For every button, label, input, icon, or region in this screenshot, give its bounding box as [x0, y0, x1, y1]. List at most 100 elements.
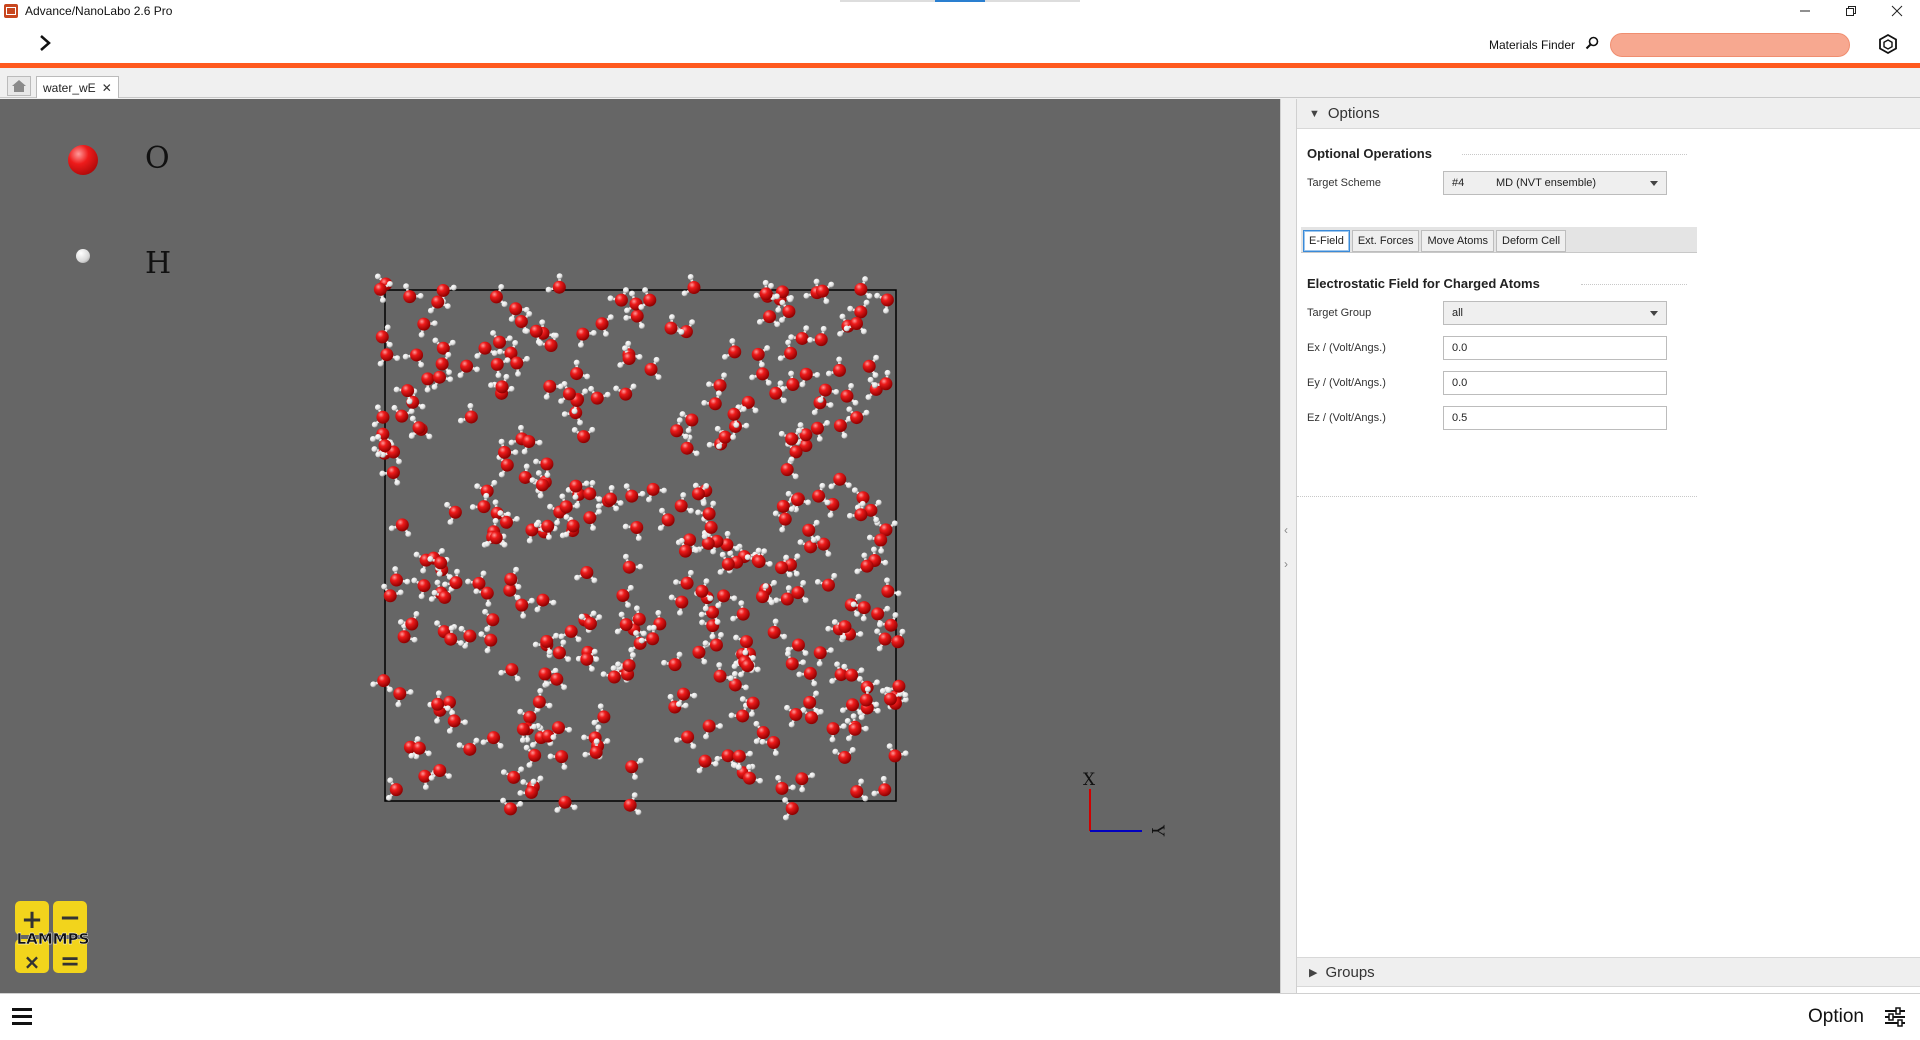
- hydrogen-atom: [571, 804, 578, 811]
- tab-water-we[interactable]: water_wE ✕: [36, 76, 119, 98]
- hydrogen-atom: [589, 480, 596, 487]
- hydrogen-atom: [523, 328, 530, 335]
- oxygen-atom: [683, 533, 697, 547]
- minimize-icon[interactable]: [1782, 0, 1828, 22]
- hydrogen-atom: [667, 693, 674, 700]
- tab-move-atoms[interactable]: Move Atoms: [1421, 230, 1494, 252]
- oxygen-atom: [538, 667, 552, 681]
- hydrogen-atom: [883, 307, 890, 314]
- oxygen-atom: [888, 749, 902, 763]
- hydrogen-atom: [488, 382, 495, 389]
- hydrogen-atom: [653, 356, 660, 363]
- water-molecules-render[interactable]: [370, 269, 910, 829]
- hydrogen-atom: [788, 506, 795, 513]
- title-indicator: [840, 0, 1080, 2]
- hydrogen-atom: [873, 516, 880, 523]
- hydrogen-atom: [677, 609, 684, 616]
- hydrogen-atom: [673, 579, 680, 586]
- target-scheme-select[interactable]: #4 MD (NVT ensemble): [1443, 171, 1667, 195]
- hydrogen-atom: [593, 656, 600, 663]
- ey-label: Ey / (Volt/Angs.): [1307, 377, 1386, 389]
- hydrogen-atom: [831, 619, 838, 626]
- oxygen-atom: [646, 632, 660, 646]
- hydrogen-atom: [571, 408, 578, 415]
- target-scheme-label: Target Scheme: [1307, 177, 1381, 189]
- hydrogen-atom: [622, 553, 629, 560]
- svg-text:×: ×: [24, 950, 41, 974]
- hydrogen-atom: [442, 581, 449, 588]
- hydrogen-atom: [866, 534, 873, 541]
- oxygen-atom: [741, 659, 755, 673]
- oxygen-atom: [500, 458, 514, 472]
- hydrogen-atom: [627, 584, 634, 591]
- sliders-icon[interactable]: [1884, 1007, 1906, 1027]
- hydrogen-atom: [554, 807, 561, 814]
- hydrogen-atom: [582, 751, 589, 758]
- hydrogen-atom: [858, 667, 865, 674]
- oxygen-atom: [838, 620, 852, 634]
- panel-splitter[interactable]: ‹ ›: [1280, 99, 1296, 993]
- hydrogen-atom: [782, 814, 789, 821]
- ey-input[interactable]: [1443, 371, 1667, 395]
- svg-text:LAMMPS: LAMMPS: [17, 930, 90, 948]
- expand-sidebar-button[interactable]: [38, 34, 52, 54]
- hydrogen-atom: [490, 330, 497, 337]
- ex-input[interactable]: [1443, 336, 1667, 360]
- close-icon[interactable]: ✕: [102, 81, 112, 95]
- hydrogen-atom: [899, 628, 906, 635]
- oxygen-atom: [417, 579, 431, 593]
- hydrogen-atom: [738, 600, 745, 607]
- oxygen-atom: [376, 410, 390, 424]
- oxygen-atom: [622, 560, 636, 574]
- hydrogen-atom: [659, 507, 666, 514]
- oxygen-atom: [785, 657, 799, 671]
- groups-section-header[interactable]: ▶ Groups: [1297, 957, 1920, 987]
- hydrogen-atom: [473, 737, 480, 744]
- hydrogen-atom: [703, 578, 710, 585]
- lammps-logo[interactable]: + − × = LAMMPS: [10, 899, 96, 977]
- search-icon[interactable]: [1585, 36, 1599, 50]
- hydrogen-atom: [788, 334, 795, 341]
- tab-deform-cell[interactable]: Deform Cell: [1496, 230, 1567, 252]
- tab-e-field[interactable]: E-Field: [1303, 230, 1350, 252]
- target-group-select[interactable]: all: [1443, 301, 1667, 325]
- ez-input[interactable]: [1443, 406, 1667, 430]
- hydrogen-atom: [874, 679, 881, 686]
- hexagon-icon[interactable]: [1877, 33, 1899, 55]
- hydrogen-atom: [766, 561, 773, 568]
- molecule-viewport[interactable]: O H X Y + − × = LAMMPS: [0, 99, 1280, 993]
- hydrogen-atom: [742, 649, 749, 656]
- tab-ext-forces[interactable]: Ext. Forces: [1351, 230, 1420, 252]
- materials-finder-input[interactable]: [1610, 33, 1850, 57]
- hydrogen-atom: [581, 734, 588, 741]
- hydrogen-atom: [552, 332, 559, 339]
- hydrogen-atom: [504, 357, 511, 364]
- oxygen-atom: [535, 478, 549, 492]
- hydrogen-atom: [638, 637, 645, 644]
- hydrogen-atom: [851, 487, 858, 494]
- hydrogen-atom: [495, 372, 502, 379]
- chevron-right-icon[interactable]: ›: [1284, 557, 1288, 571]
- options-section-header[interactable]: ▼ Options: [1297, 99, 1920, 129]
- option-label[interactable]: Option: [1808, 1006, 1864, 1028]
- target-group-value: all: [1452, 307, 1464, 319]
- home-icon[interactable]: [7, 76, 31, 96]
- hydrogen-atom: [809, 772, 816, 779]
- hydrogen-atom: [857, 631, 864, 638]
- oxygen-atom: [395, 518, 409, 532]
- hydrogen-atom: [520, 613, 527, 620]
- chevron-left-icon[interactable]: ‹: [1284, 523, 1288, 537]
- oxygen-atom: [721, 749, 735, 763]
- oxygen-atom: [630, 520, 644, 534]
- close-icon[interactable]: [1874, 0, 1920, 22]
- oxygen-atom: [782, 305, 796, 319]
- restore-icon[interactable]: [1828, 0, 1874, 22]
- hydrogen-atom: [584, 373, 591, 380]
- hydrogen-atom: [827, 512, 834, 519]
- hydrogen-atom: [370, 681, 377, 688]
- oxygen-atom: [604, 492, 618, 506]
- hydrogen-atom: [533, 521, 540, 528]
- oxygen-atom: [746, 696, 760, 710]
- hamburger-menu-icon[interactable]: [12, 1008, 34, 1026]
- hydrogen-atom: [375, 434, 382, 441]
